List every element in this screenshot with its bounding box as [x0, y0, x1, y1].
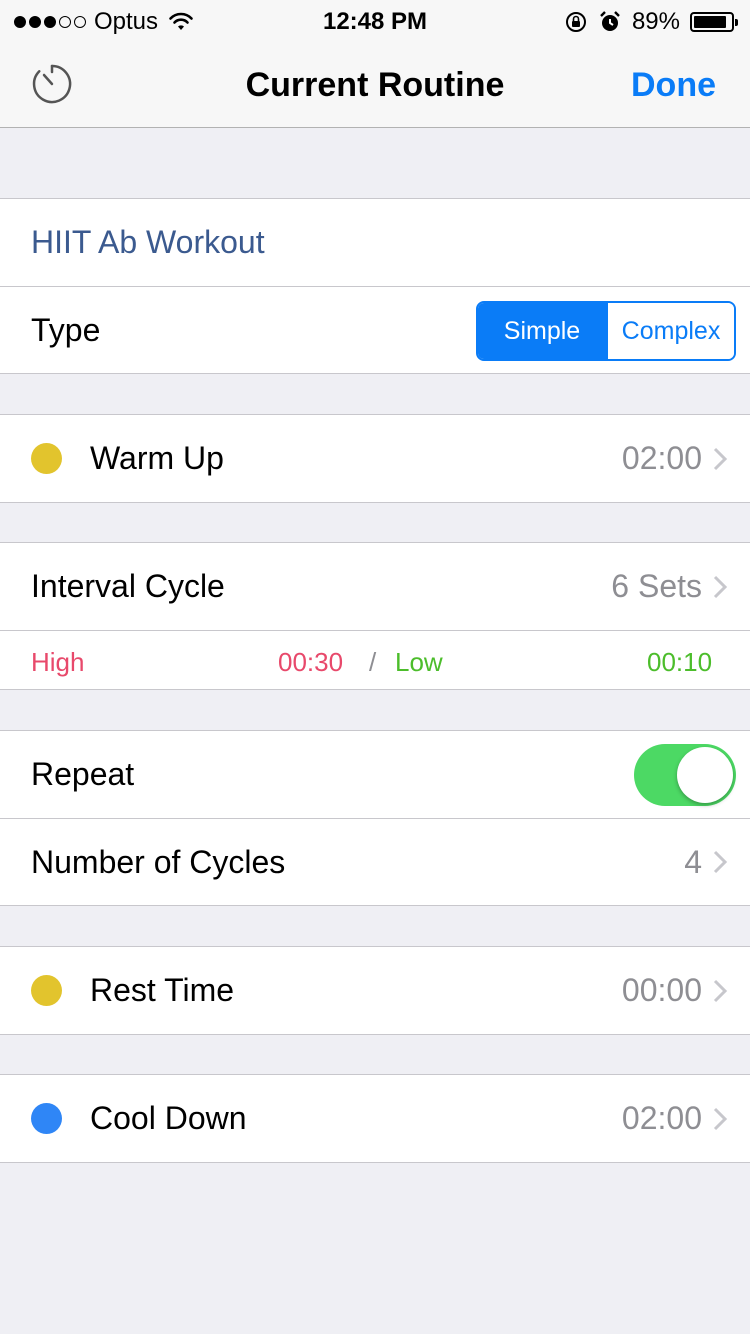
battery-fill	[694, 16, 727, 28]
routine-name-row[interactable]: HIIT Ab Workout	[0, 199, 750, 286]
carrier-name: Optus	[94, 8, 159, 35]
high-time: 00:30	[278, 647, 344, 677]
warm-up-color-dot	[31, 443, 62, 474]
chevron-right-icon	[713, 979, 728, 1002]
type-label: Type	[31, 311, 101, 348]
alarm-icon	[600, 11, 620, 31]
interval-cycle-row[interactable]: Interval Cycle 6 Sets	[0, 543, 750, 630]
battery-percent: 89%	[631, 8, 680, 35]
routine-name-field[interactable]: HIIT Ab Workout	[31, 224, 265, 261]
rest-section: Rest Time 00:00	[0, 946, 750, 1035]
number-of-cycles-label: Number of Cycles	[31, 843, 286, 880]
routine-section: HIIT Ab Workout Type Simple Complex	[0, 198, 750, 374]
navigation-bar: Current Routine Done	[0, 40, 750, 128]
cool-down-color-dot	[31, 1103, 62, 1134]
wifi-icon	[169, 12, 193, 30]
number-of-cycles-row[interactable]: Number of Cycles 4	[0, 818, 750, 905]
signal-strength-icon	[14, 16, 86, 28]
repeat-section: Repeat Number of Cycles 4	[0, 730, 750, 906]
low-time: 00:10	[647, 647, 713, 677]
signal-dot	[14, 16, 26, 28]
interval-section: Interval Cycle 6 Sets High 00:30 / Low 0…	[0, 542, 750, 690]
warm-up-value: 02:00	[621, 440, 702, 476]
chevron-right-icon	[713, 447, 728, 470]
repeat-label: Repeat	[31, 756, 135, 792]
warm-up-section: Warm Up 02:00	[0, 414, 750, 503]
cool-down-row[interactable]: Cool Down 02:00	[0, 1075, 750, 1162]
battery-icon	[690, 12, 738, 32]
signal-dot	[74, 16, 86, 28]
type-row: Type Simple Complex	[0, 286, 750, 373]
status-left: Optus	[14, 8, 194, 36]
interval-separator: /	[369, 647, 377, 677]
segment-simple[interactable]: Simple	[478, 303, 606, 359]
type-segmented-control[interactable]: Simple Complex	[476, 301, 736, 361]
cool-down-section: Cool Down 02:00	[0, 1074, 750, 1163]
rest-time-color-dot	[31, 975, 62, 1006]
rest-time-label: Rest Time	[90, 972, 235, 1008]
warm-up-label: Warm Up	[90, 440, 224, 476]
number-of-cycles-value: 4	[684, 843, 702, 880]
signal-dot	[29, 16, 41, 28]
timer-icon[interactable]	[30, 62, 74, 106]
interval-detail-row: High 00:30 / Low 00:10	[0, 630, 750, 689]
interval-cycle-value: 6 Sets	[611, 568, 702, 604]
status-right: 89%	[564, 8, 738, 36]
interval-cycle-label: Interval Cycle	[31, 568, 225, 604]
rest-time-value: 00:00	[621, 972, 702, 1008]
repeat-toggle[interactable]	[634, 744, 736, 806]
warm-up-row[interactable]: Warm Up 02:00	[0, 415, 750, 502]
chevron-right-icon	[713, 1107, 728, 1130]
rotation-lock-icon	[565, 12, 586, 32]
signal-dot	[59, 16, 71, 28]
status-bar: Optus 12:48 PM 89%	[0, 0, 750, 40]
cool-down-label: Cool Down	[90, 1100, 247, 1136]
cool-down-value: 02:00	[621, 1100, 702, 1136]
chevron-right-icon	[713, 575, 728, 598]
rest-time-row[interactable]: Rest Time 00:00	[0, 947, 750, 1034]
high-label: High	[31, 647, 85, 677]
signal-dot	[44, 16, 56, 28]
done-button[interactable]: Done	[631, 66, 716, 105]
toggle-knob	[677, 747, 733, 803]
segment-complex[interactable]: Complex	[606, 303, 734, 359]
low-label: Low	[395, 647, 443, 677]
chevron-right-icon	[713, 850, 728, 874]
repeat-row: Repeat	[0, 731, 750, 818]
